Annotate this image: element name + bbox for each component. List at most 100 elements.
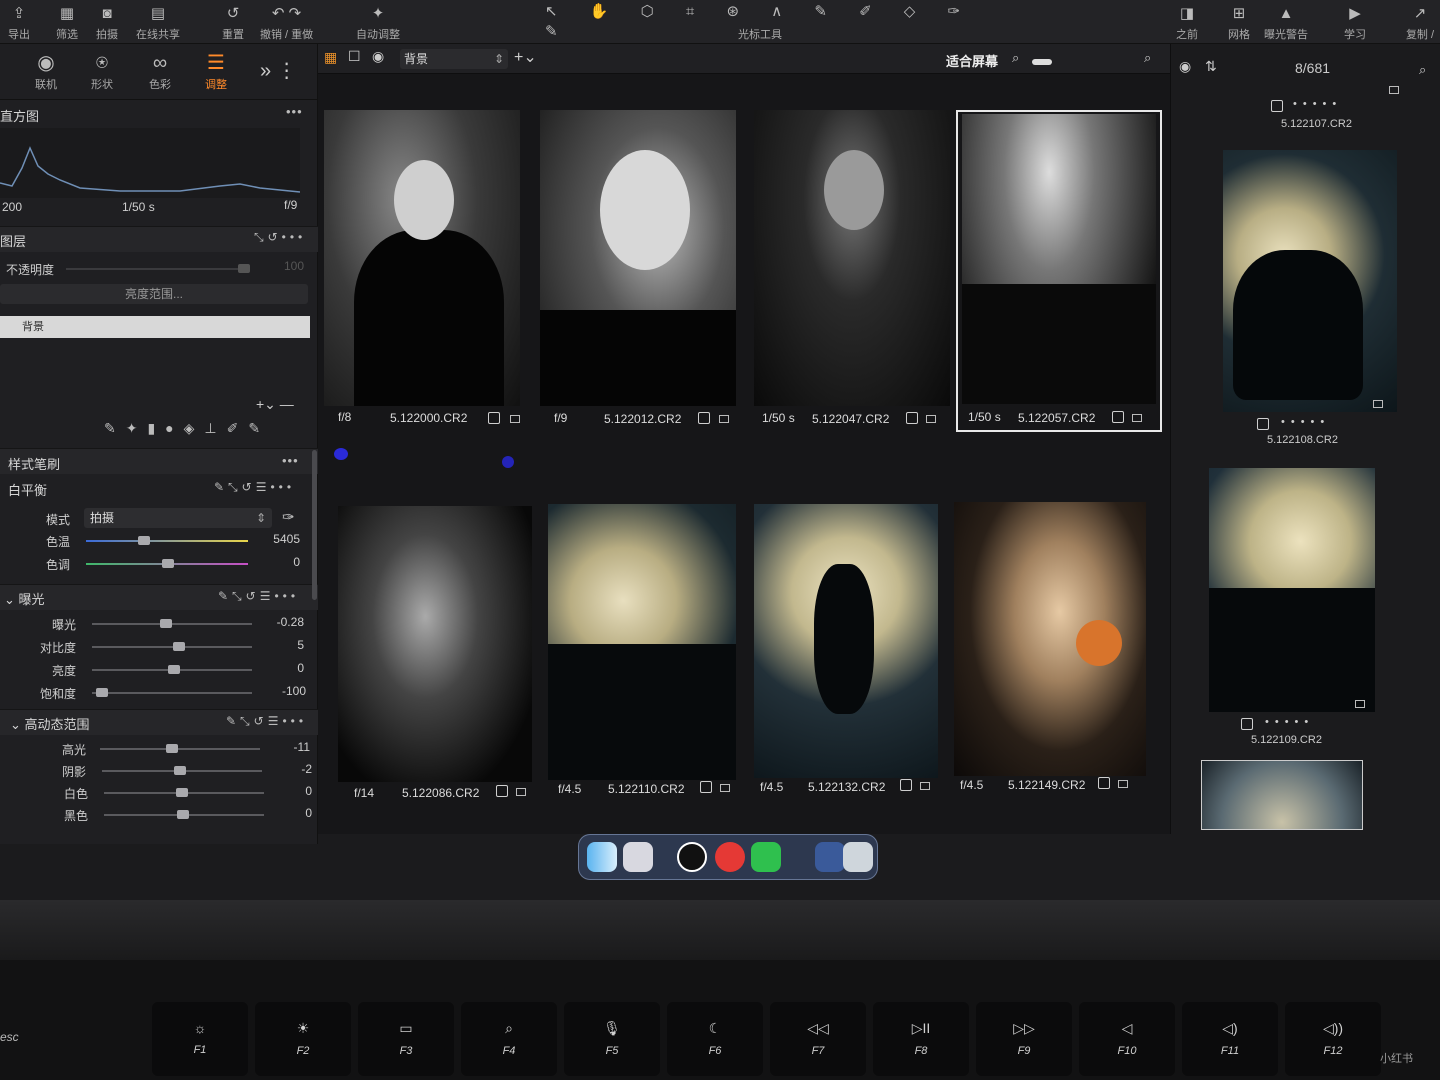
wb-picker-icon[interactable]: ✑	[282, 508, 295, 526]
strip-checkbox[interactable]	[1257, 418, 1269, 430]
thumb-checkbox[interactable]	[700, 781, 712, 793]
doc-icon[interactable]	[1389, 86, 1399, 94]
white-balance-tools-icon[interactable]: ✎⤡↺☰•••	[214, 480, 295, 495]
thumb-checkbox[interactable]	[1098, 777, 1110, 789]
zoom-slider[interactable]	[1032, 59, 1052, 65]
preview-view-icon[interactable]: ◉	[372, 48, 384, 65]
black-value[interactable]: 0	[268, 806, 312, 820]
doc-icon[interactable]	[1355, 700, 1365, 708]
zoom-icon[interactable]: ⌕	[1012, 50, 1019, 66]
thumbnail-image[interactable]	[754, 110, 950, 406]
learn-button[interactable]: ▶ 学习	[1344, 4, 1366, 42]
undo-redo-button[interactable]: ↶ ↷ 撤销 / 重做	[260, 4, 313, 42]
thumb-doc-icon[interactable]	[719, 415, 729, 423]
fkey-f7[interactable]: ◁◁ F7	[770, 1002, 866, 1076]
shadow-knob[interactable]	[174, 766, 186, 775]
thumb-checkbox[interactable]	[900, 779, 912, 791]
esc-key[interactable]: esc	[0, 1030, 19, 1044]
layers-tools-icon[interactable]: ⤡↺•••	[254, 230, 306, 245]
launchpad-icon[interactable]	[623, 842, 653, 872]
wb-tint-value[interactable]: 0	[256, 555, 300, 569]
strip-checkbox[interactable]	[1241, 718, 1253, 730]
exposure-slider[interactable]	[92, 623, 252, 625]
layer-brush-tools-icon[interactable]: ✎✦▮●◈⊥✐✎	[104, 420, 270, 437]
fkey-f12[interactable]: ◁)) F12	[1285, 1002, 1381, 1076]
thumb-doc-icon[interactable]	[720, 784, 730, 792]
tab-adjust[interactable]: ☰ 调整	[194, 50, 238, 92]
thumbnail-image[interactable]	[954, 502, 1146, 776]
fkey-f11[interactable]: ◁) F11	[1182, 1002, 1278, 1076]
auto-adjust-button[interactable]: ✦ 自动调整	[356, 4, 400, 42]
thumb-checkbox[interactable]	[906, 412, 918, 424]
thumb-doc-icon[interactable]	[510, 415, 520, 423]
fkey-f9[interactable]: ▷▷ F9	[976, 1002, 1072, 1076]
tab-color[interactable]: ∞ 色彩	[138, 50, 182, 92]
fkey-f10[interactable]: ◁ F10	[1079, 1002, 1175, 1076]
black-knob[interactable]	[177, 810, 189, 819]
grid-view-icon[interactable]: ▦	[324, 49, 337, 66]
thumbnail-image[interactable]	[540, 110, 736, 406]
fit-screen-label[interactable]: 适合屏幕	[946, 51, 998, 70]
thumb-checkbox[interactable]	[1112, 411, 1124, 423]
chevron-down-icon[interactable]: ⌄	[4, 592, 19, 607]
single-view-icon[interactable]: ☐	[348, 48, 361, 65]
thumb-doc-icon[interactable]	[516, 788, 526, 796]
downloads-icon[interactable]	[815, 842, 845, 872]
strip-thumbnail[interactable]	[1209, 468, 1375, 712]
thumb-checkbox[interactable]	[488, 412, 500, 424]
exposure-warning-button[interactable]: ▲ 曝光警告	[1264, 4, 1308, 42]
brightness-value[interactable]: 0	[260, 661, 304, 675]
histogram-more-icon[interactable]: •••	[286, 104, 303, 119]
thumb-doc-icon[interactable]	[1132, 414, 1142, 422]
thumbnail-image[interactable]	[338, 506, 532, 782]
thumb-doc-icon[interactable]	[926, 415, 936, 423]
fkey-f8[interactable]: ▷II F8	[873, 1002, 969, 1076]
wb-mode-select[interactable]: 拍摄 ⇕	[84, 508, 272, 528]
highlight-knob[interactable]	[166, 744, 178, 753]
more-tabs-icon[interactable]: » ⋮	[260, 58, 297, 83]
saturation-slider[interactable]	[92, 692, 252, 694]
live-share-button[interactable]: ▤ 在线共享	[136, 4, 180, 42]
layer-background-row[interactable]: 背景	[0, 316, 310, 338]
style-brush-more-icon[interactable]: •••	[282, 453, 299, 468]
white-value[interactable]: 0	[268, 784, 312, 798]
strip-thumbnail[interactable]	[1201, 760, 1363, 830]
thumbnail-image[interactable]	[962, 114, 1156, 404]
thumbnail-image[interactable]	[754, 504, 938, 778]
thumb-checkbox[interactable]	[698, 412, 710, 424]
exposure-tools-icon[interactable]: ✎⤡↺☰•••	[218, 589, 299, 604]
thumb-doc-icon[interactable]	[920, 782, 930, 790]
onepassword-icon[interactable]	[677, 842, 707, 872]
reset-button[interactable]: ↺ 重置	[222, 4, 244, 42]
fkey-f5[interactable]: 🎙 F5	[564, 1002, 660, 1076]
exposure-value[interactable]: -0.28	[260, 615, 304, 629]
cursor-tools[interactable]: ↖ ✋ ⬡ ⌗ ⊛ ∧ ✎ ✐ ◇ ✑ ✎	[545, 2, 985, 40]
wb-temp-knob[interactable]	[138, 536, 150, 545]
rating-dots[interactable]: •••••	[1281, 416, 1330, 428]
highlight-slider[interactable]	[100, 748, 260, 750]
saturation-knob[interactable]	[96, 688, 108, 697]
luma-range-button[interactable]: 亮度范围...	[0, 284, 308, 304]
rating-dots[interactable]: •••••	[1293, 98, 1342, 110]
brightness-knob[interactable]	[168, 665, 180, 674]
fkey-f6[interactable]: ☾ F6	[667, 1002, 763, 1076]
fkey-f1[interactable]: ☼ F1	[152, 1002, 248, 1076]
highlight-value[interactable]: -11	[266, 740, 310, 754]
shadow-value[interactable]: -2	[268, 762, 312, 776]
thumb-doc-icon[interactable]	[1118, 780, 1128, 788]
rating-dots[interactable]: •••••	[1265, 716, 1314, 728]
add-icon[interactable]: +⌄	[514, 47, 537, 67]
wb-temp-slider[interactable]	[86, 540, 248, 542]
search-icon[interactable]: ⌕	[1419, 62, 1426, 78]
export-button[interactable]: ⇪ 导出	[8, 4, 30, 42]
sort-icon[interactable]: ⇅	[1205, 58, 1217, 75]
netease-music-icon[interactable]	[715, 842, 745, 872]
thumbnail-image[interactable]	[324, 110, 520, 406]
finder-icon[interactable]	[587, 842, 617, 872]
tab-shape[interactable]: ⍟ 形状	[80, 50, 124, 92]
hdr-tools-icon[interactable]: ✎⤡↺☰•••	[226, 714, 307, 729]
capture-button[interactable]: ◙ 拍摄	[96, 4, 118, 42]
thumbnail-image[interactable]	[548, 504, 736, 780]
grid-button[interactable]: ⊞ 网格	[1228, 4, 1250, 42]
tab-tethered[interactable]: ◉ 联机	[24, 50, 68, 92]
